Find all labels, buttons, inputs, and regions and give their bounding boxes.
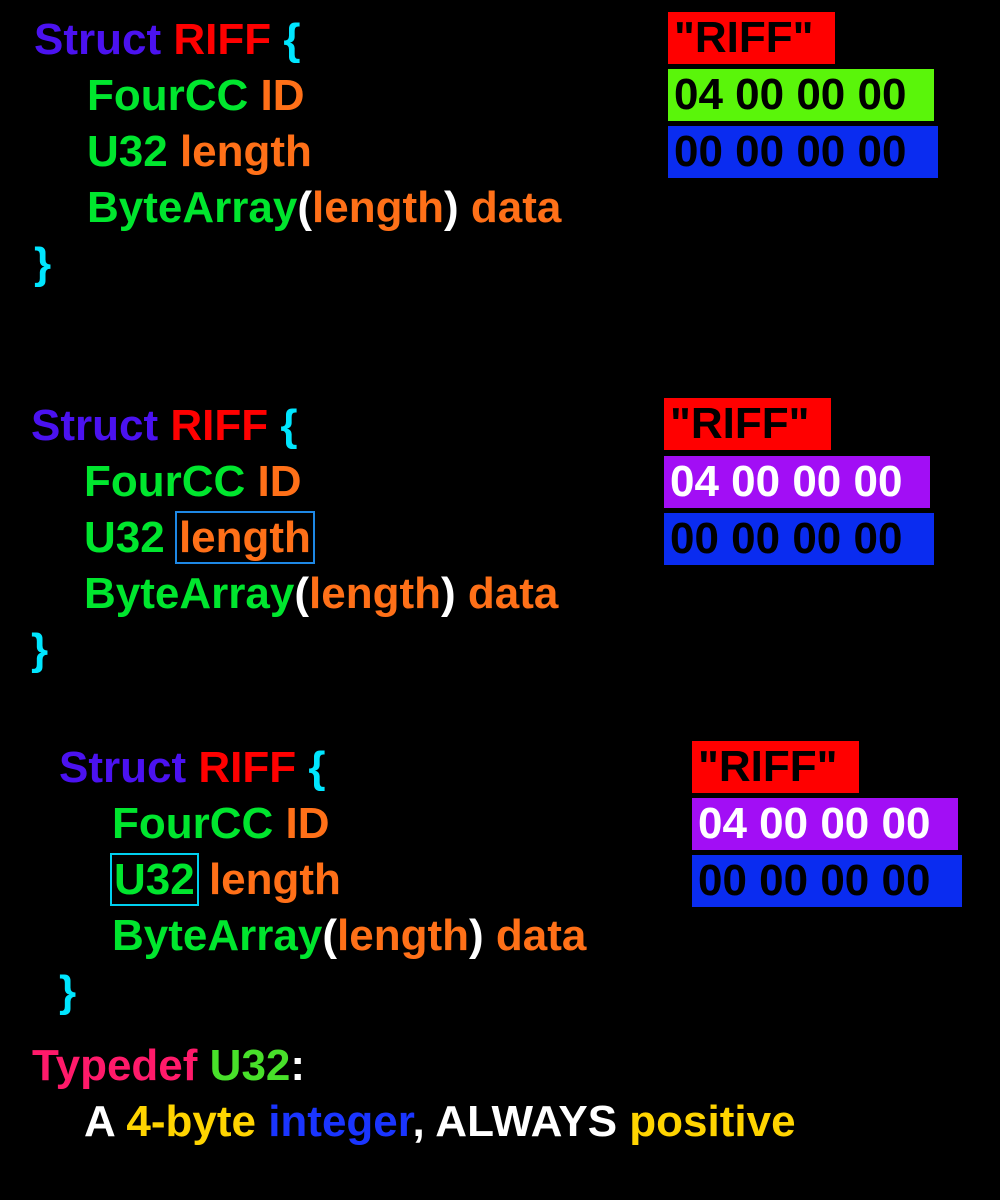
field-length: U32 length: [59, 852, 586, 908]
open-paren: (: [322, 911, 337, 960]
field-type: U32: [87, 127, 168, 176]
desc-article: A: [84, 1097, 127, 1146]
desc-kind: integer: [268, 1097, 413, 1146]
close-brace: }: [59, 967, 77, 1016]
struct-keyword: Struct: [59, 743, 187, 792]
desc-sign: positive: [629, 1097, 796, 1146]
field-name: ID: [285, 799, 330, 848]
hex-magic: "RIFF": [668, 12, 835, 64]
typedef-header: Typedef U32:: [32, 1038, 796, 1094]
field-type: ByteArray: [87, 183, 298, 232]
field-length: U32 length: [34, 124, 561, 180]
field-arg: length: [337, 911, 469, 960]
field-data: ByteArray(length) data: [34, 180, 561, 236]
open-brace: {: [280, 401, 298, 450]
hex-row-length: 00 00 00 00: [664, 513, 934, 565]
struct-name: RIFF: [170, 401, 269, 450]
close-paren: ): [443, 183, 459, 232]
field-type: FourCC: [112, 799, 274, 848]
hex-row-length: 00 00 00 00: [692, 855, 962, 907]
typedef-type: U32: [209, 1041, 291, 1090]
hex-row-id: 04 00 00 00: [664, 456, 930, 508]
open-paren: (: [297, 183, 312, 232]
struct-header: Struct RIFF {: [34, 12, 561, 68]
typedef-note: Typedef U32: A 4-byte integer, ALWAYS po…: [32, 1038, 796, 1150]
field-arg: length: [312, 183, 444, 232]
field-id: FourCC ID: [31, 454, 558, 510]
field-name: data: [495, 911, 587, 960]
struct-name: RIFF: [173, 15, 272, 64]
close-paren: ): [440, 569, 456, 618]
struct-keyword: Struct: [34, 15, 162, 64]
field-data: ByteArray(length) data: [59, 908, 586, 964]
field-type: FourCC: [87, 71, 249, 120]
desc-size: 4-byte: [126, 1097, 256, 1146]
field-type: FourCC: [84, 457, 246, 506]
struct-header: Struct RIFF {: [59, 740, 586, 796]
typedef-colon: :: [290, 1041, 306, 1090]
hex-row-id: 04 00 00 00: [668, 69, 934, 121]
typedef-keyword: Typedef: [32, 1041, 198, 1090]
field-name: length: [179, 127, 312, 176]
typedef-description: A 4-byte integer, ALWAYS positive: [32, 1094, 796, 1150]
highlighted-field-type: U32: [110, 853, 199, 906]
open-brace: {: [283, 15, 301, 64]
field-type: ByteArray: [112, 911, 323, 960]
hex-row-id: 04 00 00 00: [692, 798, 958, 850]
field-length: U32 length: [31, 510, 558, 566]
open-paren: (: [294, 569, 309, 618]
struct-keyword: Struct: [31, 401, 159, 450]
close-brace: }: [34, 239, 52, 288]
hex-row-length: 00 00 00 00: [668, 126, 938, 178]
open-brace: {: [308, 743, 326, 792]
field-type: ByteArray: [84, 569, 295, 618]
field-name: ID: [260, 71, 305, 120]
struct-header: Struct RIFF {: [31, 398, 558, 454]
field-id: FourCC ID: [34, 68, 561, 124]
field-type: U32: [84, 513, 165, 562]
hex-magic: "RIFF": [692, 741, 859, 793]
desc-rest: , ALWAYS: [412, 1097, 630, 1146]
close-brace: }: [31, 625, 49, 674]
field-data: ByteArray(length) data: [31, 566, 558, 622]
desc-space: [256, 1097, 268, 1146]
field-name: data: [470, 183, 562, 232]
struct-name: RIFF: [198, 743, 297, 792]
field-name: data: [467, 569, 559, 618]
struct-block-1: Struct RIFF { FourCC ID U32 length ByteA…: [34, 12, 561, 292]
struct-block-3: Struct RIFF { FourCC ID U32 length ByteA…: [59, 740, 586, 1020]
highlighted-field-name: length: [174, 511, 315, 564]
field-id: FourCC ID: [59, 796, 586, 852]
struct-block-2: Struct RIFF { FourCC ID U32 length ByteA…: [31, 398, 558, 678]
field-name: ID: [257, 457, 302, 506]
hex-magic: "RIFF": [664, 398, 831, 450]
close-paren: ): [468, 911, 484, 960]
field-arg: length: [309, 569, 441, 618]
field-name: length: [208, 855, 341, 904]
